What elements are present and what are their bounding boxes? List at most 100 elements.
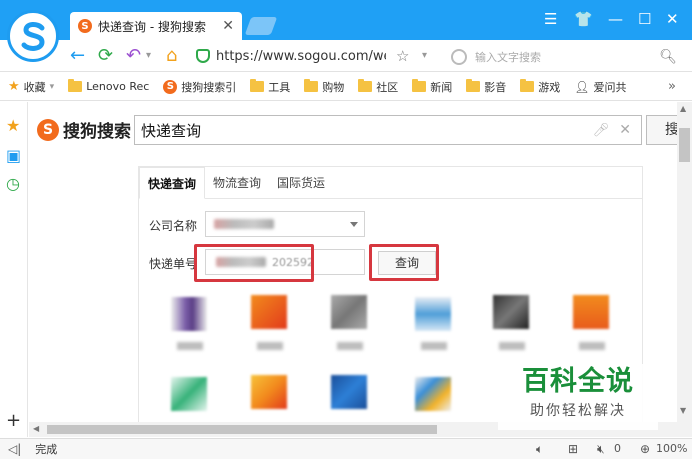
tablet-icon[interactable]: ▣ <box>6 146 21 165</box>
undo-icon[interactable]: ↶ <box>126 45 141 67</box>
company-tile[interactable] <box>493 295 529 329</box>
user-icon: 👤︎ <box>574 79 590 94</box>
tab-close-icon[interactable]: ✕ <box>222 18 234 34</box>
url-dropdown-icon[interactable]: ▾ <box>422 45 427 67</box>
company-tile-label <box>177 342 203 350</box>
scroll-left-icon[interactable]: ◀ <box>33 424 39 433</box>
bookmark-label: 游戏 <box>538 80 561 94</box>
query-input[interactable]: 快递查询 🎤︎ ✕ <box>134 115 642 145</box>
bookmark-label: 购物 <box>322 80 345 94</box>
vertical-scrollbar[interactable]: ▲ ▼ <box>677 102 692 437</box>
favorite-star-icon[interactable]: ☆ <box>396 45 409 67</box>
vertical-scroll-thumb[interactable] <box>679 128 690 162</box>
search-icon[interactable]: 🔍︎ <box>659 49 677 65</box>
bookmark-lenovo[interactable]: Lenovo Rec <box>68 79 150 93</box>
back-icon[interactable]: ← <box>70 45 85 67</box>
watermark: 百科全说 助你轻松解决 <box>498 364 658 430</box>
new-tab-button[interactable] <box>244 17 278 35</box>
company-tile-label <box>421 342 447 350</box>
history-clock-icon[interactable]: ◷ <box>6 174 20 193</box>
number-label: 快递单号 <box>149 257 198 271</box>
favorites-star-icon[interactable]: ★ <box>6 116 20 135</box>
more-bookmarks-icon[interactable]: » <box>668 79 676 94</box>
close-window-icon[interactable]: ✕ <box>666 10 679 28</box>
bookmark-label: Lenovo Rec <box>86 80 150 93</box>
tab-active[interactable]: S 快递查询 - 搜狗搜索 ✕ <box>70 12 242 40</box>
query-tabs: 快递查询 物流查询 国际货运 <box>139 167 642 199</box>
highlight-query-box <box>369 244 439 281</box>
folder-icon <box>358 79 373 92</box>
secure-shield-icon <box>196 49 210 63</box>
bookmark-shopping[interactable]: 购物 <box>304 79 344 95</box>
search-placeholder: 输入文字搜索 <box>475 51 541 64</box>
bookmark-label: 收藏 <box>23 80 46 94</box>
clear-icon[interactable]: ✕ <box>619 122 631 138</box>
skin-icon[interactable]: 👕 <box>574 10 593 28</box>
sogou-browser-logo[interactable] <box>7 10 59 62</box>
bookmark-sogou[interactable]: S 搜狗搜索引 <box>163 79 236 95</box>
company-tile[interactable] <box>415 377 451 411</box>
tab-logistics[interactable]: 物流查询 <box>205 167 269 198</box>
add-icon[interactable]: + <box>6 410 21 431</box>
panel-toggle-icon[interactable]: ◁| <box>8 442 21 456</box>
company-tile[interactable] <box>331 295 367 329</box>
brand-text: 搜狗搜索 <box>63 122 131 142</box>
home-icon[interactable]: ⌂ <box>166 45 177 67</box>
sogou-icon: S <box>163 79 178 94</box>
company-tile[interactable] <box>251 295 287 329</box>
refresh-icon[interactable]: ⟳ <box>98 45 113 67</box>
scroll-down-icon[interactable]: ▼ <box>680 406 686 415</box>
bookmark-community[interactable]: 社区 <box>358 79 398 95</box>
minimize-icon[interactable]: — <box>608 10 623 28</box>
microphone-icon[interactable]: 🎤︎ <box>593 123 610 138</box>
search-engine-icon <box>451 49 467 65</box>
folder-icon <box>412 79 427 92</box>
tab-title: 快递查询 - 搜狗搜索 <box>98 19 206 34</box>
bookmark-news[interactable]: 新闻 <box>412 79 452 95</box>
folder-icon <box>68 79 83 92</box>
status-text: 完成 <box>35 443 58 456</box>
bookmark-games[interactable]: 游戏 <box>520 79 560 95</box>
company-tile[interactable] <box>415 297 451 331</box>
bookmark-video[interactable]: 影音 <box>466 79 506 95</box>
zoom-level[interactable]: 100% <box>656 442 687 455</box>
sound-icon[interactable]: 🔈︎ <box>536 442 543 457</box>
navigation-bar: ← ⟳ ↶ ▾ ⌂ https://www.sogou.com/we ☆ ▾ 输… <box>0 40 692 72</box>
tab-international[interactable]: 国际货运 <box>269 167 333 198</box>
bookmarks-bar: ★ 收藏 ▾ Lenovo Rec S 搜狗搜索引 工具 购物 社区 新闻 影音… <box>0 73 692 101</box>
company-tile[interactable] <box>171 377 207 411</box>
query-text: 快递查询 <box>141 121 202 140</box>
bookmark-tools[interactable]: 工具 <box>250 79 290 95</box>
maximize-icon[interactable]: ☐ <box>638 10 651 28</box>
tab-express[interactable]: 快递查询 <box>139 167 206 199</box>
chevron-down-icon: ▾ <box>49 81 55 92</box>
company-tile[interactable] <box>573 295 609 329</box>
status-bar: ◁| 完成 🔈︎ ⊞ 🔇︎ 0 ⊕ 100% <box>0 438 692 459</box>
bookmark-label: 工具 <box>268 80 291 94</box>
horizontal-scroll-thumb[interactable] <box>47 425 437 434</box>
chevron-down-icon <box>350 222 358 227</box>
company-tile[interactable] <box>171 297 207 331</box>
company-tile[interactable] <box>251 375 287 409</box>
url-text: https://www.sogou.com/we <box>216 48 386 64</box>
undo-dropdown-icon[interactable]: ▾ <box>146 45 151 67</box>
menu-icon[interactable]: ☰ <box>544 10 557 28</box>
search-input[interactable]: 输入文字搜索 🔍︎ <box>447 46 685 68</box>
company-tile-label <box>499 342 525 350</box>
sogou-search-logo[interactable]: S 搜狗搜索 <box>37 117 131 142</box>
company-tile[interactable] <box>331 375 367 409</box>
bookmark-favorites[interactable]: ★ 收藏 ▾ <box>8 79 54 95</box>
zoom-icon[interactable]: ⊕ <box>640 442 650 456</box>
bookmark-iask[interactable]: 👤︎ 爱问共 <box>574 79 626 95</box>
bookmark-label: 搜狗搜索引 <box>181 80 237 94</box>
folder-icon <box>520 79 535 92</box>
company-value-blurred <box>214 219 274 229</box>
scroll-up-icon[interactable]: ▲ <box>680 104 686 113</box>
download-icon[interactable]: ⊞ <box>568 442 578 456</box>
search-button[interactable]: 搜 <box>646 115 677 145</box>
mute-icon[interactable]: 🔇︎ <box>597 442 605 457</box>
bookmark-label: 爱问共 <box>593 80 627 94</box>
bookmark-label: 社区 <box>376 80 399 94</box>
title-bar: S 快递查询 - 搜狗搜索 ✕ ☰ 👕 — ☐ ✕ <box>0 0 692 40</box>
company-select[interactable] <box>205 211 365 237</box>
